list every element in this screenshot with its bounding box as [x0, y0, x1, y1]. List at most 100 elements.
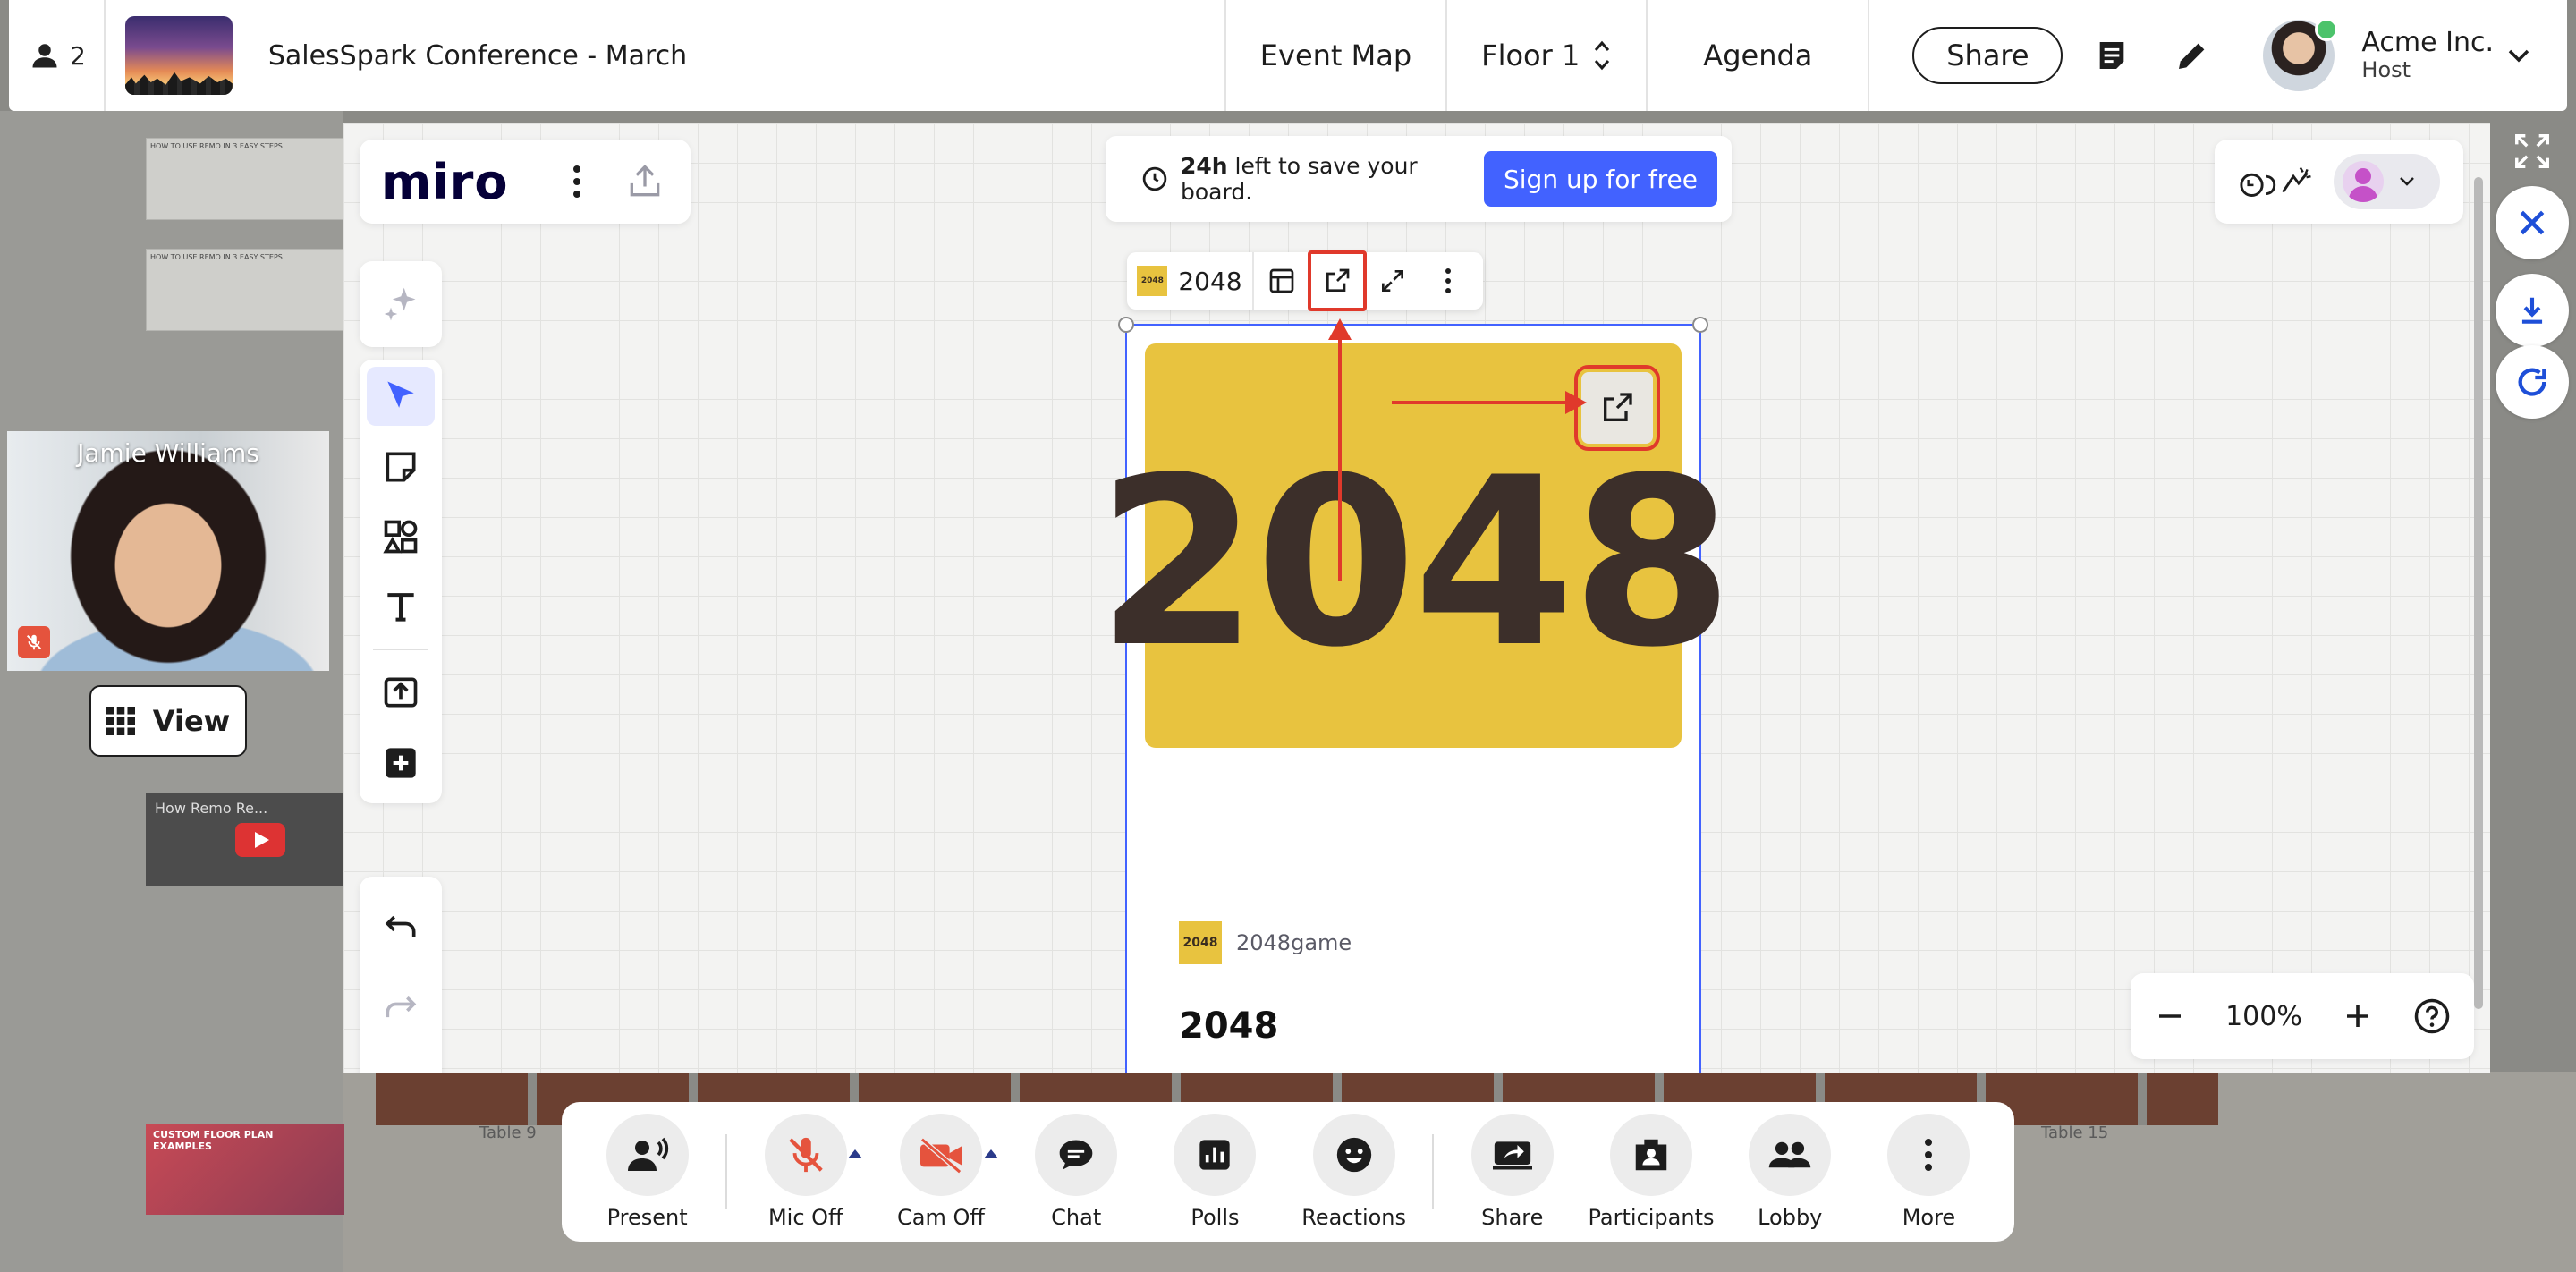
mic-toggle-button[interactable]: Mic Off: [736, 1114, 875, 1230]
clock-icon: [1142, 166, 1167, 191]
card-layout-button[interactable]: [1254, 252, 1309, 310]
share-event-button[interactable]: Share: [1912, 27, 2063, 84]
mic-off-icon: [789, 1137, 823, 1173]
more-vertical-icon[interactable]: [572, 164, 582, 199]
miro-main-toolbar: [360, 360, 442, 803]
camera-toggle-button[interactable]: Cam Off: [871, 1114, 1010, 1230]
participant-name: Jamie Williams: [77, 438, 259, 468]
zoom-out-icon[interactable]: [2154, 1000, 2186, 1032]
miro-header-panel: miro: [360, 140, 691, 224]
bg-instructions-card: HOW TO USE REMO IN 3 EASY STEPS...: [146, 138, 344, 220]
chat-icon: [1059, 1140, 1093, 1170]
toolbar-divider: [373, 649, 428, 651]
redo-icon: [386, 996, 417, 1018]
text-icon: [387, 593, 414, 622]
resize-handle[interactable]: [1118, 317, 1134, 333]
plus-box-icon: [386, 748, 416, 778]
more-tools[interactable]: [367, 734, 435, 793]
group-icon: [1769, 1141, 1811, 1168]
refresh-button[interactable]: [2496, 345, 2569, 419]
save-notice: 24h left to save your board.: [1181, 153, 1418, 205]
fullscreen-button[interactable]: [2512, 131, 2553, 175]
history-toolbar: [360, 877, 442, 1073]
text-tool[interactable]: [367, 577, 435, 636]
source-logo: 2048: [1179, 921, 1222, 964]
view-toggle-button[interactable]: View: [89, 685, 247, 757]
open-link-button[interactable]: [1308, 250, 1367, 311]
online-status-indicator: [2315, 18, 2339, 41]
chat-button[interactable]: Chat: [1007, 1114, 1146, 1230]
collaborator-avatar: [2343, 161, 2385, 202]
participant-video-tile[interactable]: Jamie Williams: [7, 431, 329, 671]
undo-icon: [385, 915, 416, 937]
reactions-button[interactable]: Reactions: [1284, 1114, 1423, 1230]
camera-off-icon: [919, 1137, 962, 1174]
expand-button[interactable]: [1365, 252, 1420, 310]
close-icon: [2520, 210, 2545, 235]
collaborator-menu[interactable]: [2334, 154, 2440, 209]
meeting-controls: Present Mic Off Cam Off Chat Polls React…: [562, 1102, 2014, 1242]
upload-tool[interactable]: [367, 663, 435, 722]
lobby-button[interactable]: Lobby: [1721, 1114, 1860, 1230]
close-board-button[interactable]: [2496, 186, 2569, 259]
attendee-count[interactable]: 2: [9, 0, 106, 111]
open-in-new-tab-button[interactable]: [1574, 365, 1660, 451]
polls-button[interactable]: Polls: [1146, 1114, 1284, 1230]
card-description: 2048 Classic. Join the numbers and get t…: [1179, 1066, 1662, 1073]
play-icon: [235, 823, 285, 857]
camera-options-caret[interactable]: [983, 1149, 998, 1158]
sticky-note-tool[interactable]: [367, 437, 435, 496]
miro-whiteboard[interactable]: miro 24h left to save your board. Sign u…: [343, 123, 2490, 1073]
link-preview-card[interactable]: 2048 2048 2048game 2048 2048 Classic. Jo…: [1097, 317, 1733, 1073]
source-name: 2048game: [1236, 930, 1352, 955]
participants-button[interactable]: Participants: [1581, 1114, 1720, 1230]
bg-instructions-card: HOW TO USE REMO IN 3 EASY STEPS...: [146, 249, 344, 331]
resize-handle[interactable]: [1692, 317, 1708, 333]
board-scrollbar[interactable]: [2474, 177, 2483, 1009]
undo-button[interactable]: [367, 895, 435, 962]
sign-up-button[interactable]: Sign up for free: [1484, 151, 1717, 207]
ai-assist-button[interactable]: [360, 261, 442, 347]
agenda-button[interactable]: Agenda: [1646, 0, 1870, 111]
zoom-level[interactable]: 100%: [2225, 1001, 2302, 1032]
event-thumbnail: [124, 16, 233, 95]
export-icon[interactable]: [625, 162, 665, 201]
help-icon[interactable]: [2413, 997, 2451, 1035]
redo-button[interactable]: [367, 975, 435, 1043]
notes-button[interactable]: [2080, 24, 2143, 87]
select-tool[interactable]: [367, 367, 435, 427]
mic-options-caret[interactable]: [848, 1149, 863, 1158]
more-vertical-icon: [1925, 1139, 1933, 1171]
present-button[interactable]: Present: [578, 1114, 716, 1230]
annotation-arrow-right: [1392, 391, 1587, 414]
more-button[interactable]: More: [1860, 1114, 1998, 1230]
user-menu[interactable]: Acme Inc. Host: [2263, 18, 2531, 91]
card-title: 2048: [1179, 1005, 1279, 1047]
bg-floorplan-card[interactable]: CUSTOM FLOOR PLAN EXAMPLES: [146, 1124, 344, 1215]
fullscreen-icon: [2515, 134, 2549, 168]
bg-video-thumbnail[interactable]: How Remo Re...: [146, 793, 343, 886]
chevron-up-down-icon: [1595, 40, 1610, 71]
mic-off-icon: [26, 634, 42, 650]
chevron-down-icon: [2508, 49, 2529, 63]
mic-muted-badge: [18, 626, 50, 658]
present-icon: [627, 1137, 668, 1171]
control-divider: [725, 1134, 728, 1209]
top-nav: Event Map Floor 1 Agenda: [1224, 0, 1870, 111]
floor-selector[interactable]: Floor 1: [1445, 0, 1646, 111]
shapes-tool[interactable]: [367, 507, 435, 566]
card-type-label[interactable]: 2048 2048: [1127, 252, 1254, 310]
zoom-in-icon[interactable]: [2342, 1000, 2374, 1032]
refresh-icon: [2518, 368, 2546, 396]
smiley-icon: [1336, 1137, 1371, 1173]
edit-button[interactable]: [2161, 24, 2224, 87]
zoom-controls: 100%: [2131, 973, 2474, 1059]
event-title: SalesSpark Conference - March: [267, 39, 688, 72]
download-button[interactable]: [2496, 274, 2569, 347]
screen-share-button[interactable]: Share: [1443, 1114, 1581, 1230]
card-more-button[interactable]: [1420, 252, 1476, 310]
pencil-icon: [2179, 43, 2205, 69]
reactions-icon[interactable]: [2238, 162, 2312, 201]
polls-icon: [1199, 1140, 1231, 1170]
event-map-button[interactable]: Event Map: [1224, 0, 1445, 111]
